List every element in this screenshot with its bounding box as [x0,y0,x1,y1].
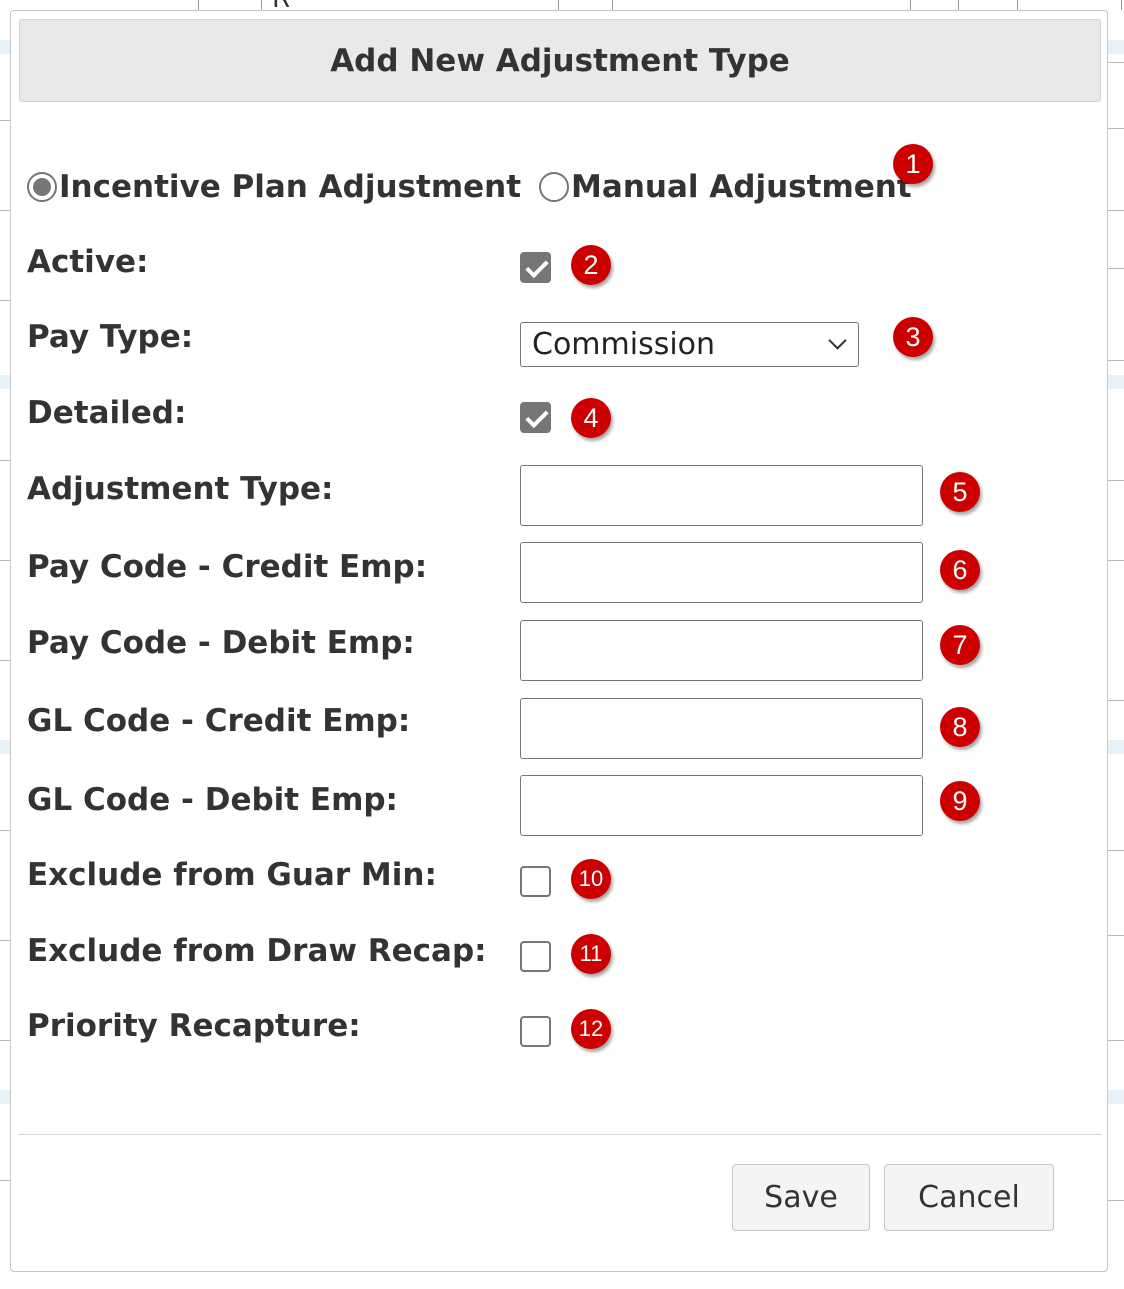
footer-divider [19,1134,1101,1135]
background-row-band [1108,375,1124,389]
background-row-line [1108,700,1124,701]
background-column-divider [910,0,911,10]
pay-code-credit-label: Pay Code - Credit Emp: [27,549,428,585]
background-column-divider [558,0,559,10]
background-row-band [1108,1090,1124,1104]
exclude-draw-recap-label: Exclude from Draw Recap: [27,933,487,969]
manual-adjustment-radio[interactable] [539,172,570,202]
manual-adjustment-radio-label[interactable]: Manual Adjustment [571,169,912,205]
background-row-line [1108,935,1124,936]
background-row-band [0,375,10,389]
adjustment-type-label: Adjustment Type: [27,471,334,507]
exclude-guar-min-label: Exclude from Guar Min: [27,857,437,893]
background-row-line [0,830,10,831]
gl-code-debit-input[interactable] [520,775,923,836]
callout-badge: 6 [940,550,980,590]
detailed-checkbox[interactable] [520,402,551,433]
incentive-plan-radio-label[interactable]: Incentive Plan Adjustment [59,169,521,205]
callout-badge: 1 [893,144,933,184]
incentive-plan-radio[interactable] [27,172,57,202]
background-row-line [1108,128,1124,129]
gl-code-credit-label: GL Code - Credit Emp: [27,703,411,739]
background-row-line [0,120,10,121]
add-adjustment-type-dialog: Add New Adjustment Type Incentive Plan A… [10,10,1108,1272]
background-row-line [1108,480,1124,481]
pay-code-credit-input[interactable] [520,542,923,603]
adjustment-type-input[interactable] [520,465,923,526]
adjustment-kind-radio-group: Incentive Plan Adjustment Manual Adjustm… [27,167,912,207]
cancel-button[interactable]: Cancel [884,1164,1054,1231]
gl-code-credit-input[interactable] [520,698,923,759]
background-column-divider [261,0,262,10]
gl-code-debit-label: GL Code - Debit Emp: [27,782,398,818]
pay-type-selected-value: Commission [532,327,716,362]
background-row-band [0,40,10,54]
background-row-line [1108,850,1124,851]
background-column-divider [1121,0,1122,10]
exclude-guar-min-checkbox[interactable] [520,866,551,897]
priority-recapture-label: Priority Recapture: [27,1008,361,1044]
callout-badge: 9 [940,781,980,821]
pay-type-select[interactable]: Commission [520,322,859,367]
background-row-line [1108,360,1124,361]
active-checkbox[interactable] [520,252,551,283]
callout-badge: 2 [571,245,611,285]
background-row-line [0,660,10,661]
priority-recapture-checkbox[interactable] [520,1016,551,1047]
pay-type-label: Pay Type: [27,319,194,355]
background-row-band [0,1090,10,1104]
background-row-line [0,210,10,211]
background-row-band [1108,740,1124,754]
exclude-draw-recap-checkbox[interactable] [520,941,551,972]
callout-badge: 11 [571,934,611,974]
background-column-divider [198,0,199,10]
background-row-line [1108,268,1124,269]
background-row-line [0,1040,10,1041]
background-row-line [1108,560,1124,561]
callout-badge: 5 [940,472,980,512]
background-row-line [0,940,10,941]
active-label: Active: [27,244,149,280]
background-row-line [0,560,10,561]
pay-code-debit-input[interactable] [520,620,923,681]
background-row-line [0,460,10,461]
background-row-line [1108,1200,1124,1201]
callout-badge: 4 [571,398,611,438]
background-column-divider [612,0,613,10]
detailed-label: Detailed: [27,395,187,431]
dialog-title: Add New Adjustment Type [330,42,790,79]
background-row-line [1108,62,1124,63]
callout-badge: 3 [893,317,933,357]
background-column-divider [1017,0,1018,10]
callout-badge: 7 [940,625,980,665]
background-row-line [1108,1040,1124,1041]
background-column-divider [958,0,959,10]
save-button[interactable]: Save [732,1164,870,1231]
background-row-line [0,300,10,301]
pay-code-debit-label: Pay Code - Debit Emp: [27,625,415,661]
background-row-line [1108,210,1124,211]
callout-badge: 8 [940,707,980,747]
background-row-line [0,1180,10,1181]
dialog-titlebar[interactable]: Add New Adjustment Type [19,19,1101,102]
chevron-down-icon [828,331,847,350]
background-row-band [1108,40,1124,54]
callout-badge: 10 [571,859,611,899]
background-row-band [0,740,10,754]
callout-badge: 12 [571,1009,611,1049]
